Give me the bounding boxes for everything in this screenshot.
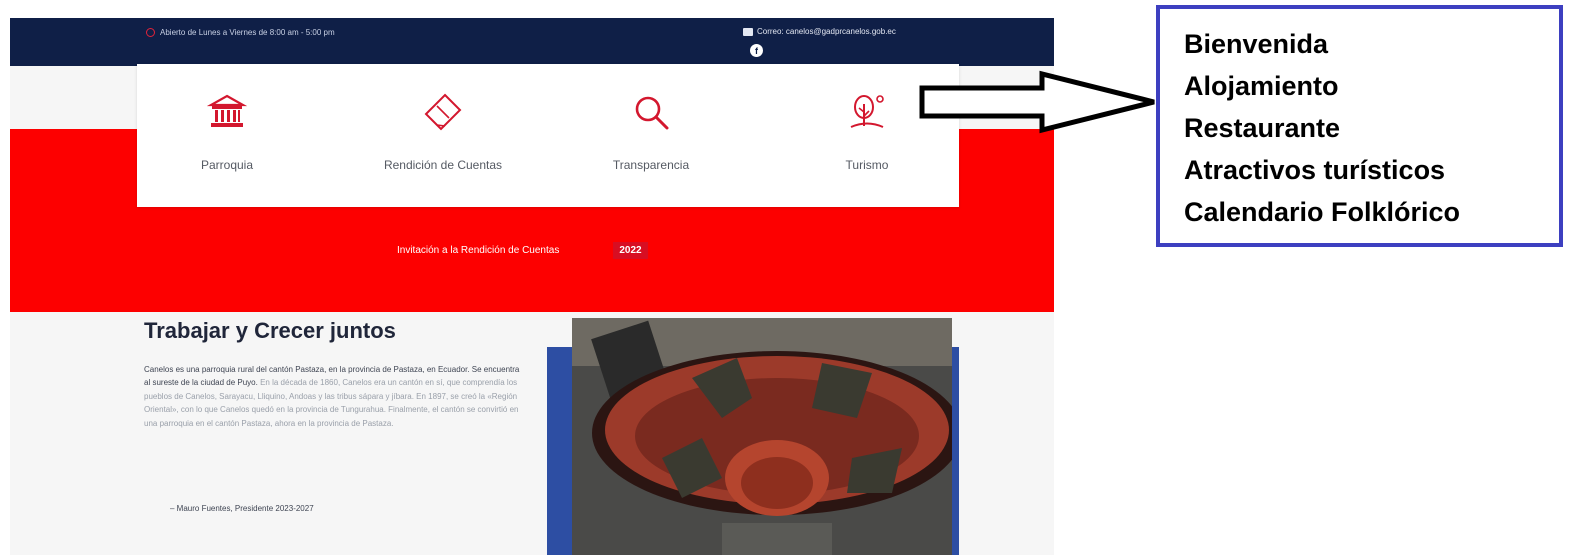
nav-label: Rendición de Cuentas: [383, 158, 503, 172]
submenu-item-restaurante: Restaurante: [1184, 113, 1341, 143]
page-title: Trabajar y Crecer juntos: [144, 318, 396, 343]
turismo-submenu-annotation: Bienvenida Alojamiento Restaurante Atrac…: [1156, 5, 1563, 247]
annotation-arrow: [919, 70, 1155, 134]
search-icon: [635, 96, 669, 130]
bowl-illustration: [572, 318, 952, 555]
book-icon: [424, 93, 462, 131]
submenu-list: Bienvenida Alojamiento Restaurante Atrac…: [1184, 23, 1460, 233]
nav-label: Turismo: [845, 158, 889, 172]
top-bar: Abierto de Lunes a Viernes de 8:00 am - …: [10, 18, 1054, 66]
submenu-item-alojamiento: Alojamiento: [1184, 71, 1339, 101]
president-signature: – Mauro Fuentes, Presidente 2023-2027: [170, 504, 314, 513]
nav-item-parroquia[interactable]: Parroquia: [137, 64, 317, 207]
facebook-icon[interactable]: f: [750, 44, 763, 57]
submenu-item-bienvenida: Bienvenida: [1184, 29, 1329, 59]
submenu-item-atractivos: Atractivos turísticos: [1184, 155, 1446, 185]
photo-image: [572, 318, 952, 555]
nav-item-rendicion-de-cuentas[interactable]: Rendición de Cuentas: [353, 64, 533, 207]
invitation-text[interactable]: Invitación a la Rendición de Cuentas: [397, 245, 559, 256]
nav-label: Parroquia: [200, 158, 254, 172]
submenu-item-calendario: Calendario Folklórico: [1184, 197, 1461, 227]
ceramic-bowl-photo: [547, 318, 959, 555]
clock-icon: [146, 28, 155, 37]
contact-email[interactable]: Correo: canelos@gadprcanelos.gob.ec: [743, 27, 896, 36]
rendicion-invitation-link[interactable]: Invitación a la Rendición de Cuentas 202…: [397, 242, 648, 259]
website-screenshot: Abierto de Lunes a Viernes de 8:00 am - …: [10, 18, 1054, 555]
year-badge: 2022: [613, 242, 648, 259]
building-icon: [207, 94, 247, 127]
contact-email-text[interactable]: Correo: canelos@gadprcanelos.gob.ec: [757, 27, 896, 36]
tree-sun-icon: [850, 95, 884, 128]
intro-paragraph: Canelos es una parroquia rural del cantó…: [144, 363, 522, 430]
main-nav-card: Parroquia Rendición de Cuentas Transpare…: [137, 64, 959, 207]
mail-icon: [743, 27, 753, 36]
nav-item-transparencia[interactable]: Transparencia: [561, 64, 741, 207]
opening-hours: Abierto de Lunes a Viernes de 8:00 am - …: [146, 28, 335, 37]
opening-hours-text: Abierto de Lunes a Viernes de 8:00 am - …: [160, 28, 335, 37]
nav-label: Transparencia: [612, 158, 690, 172]
